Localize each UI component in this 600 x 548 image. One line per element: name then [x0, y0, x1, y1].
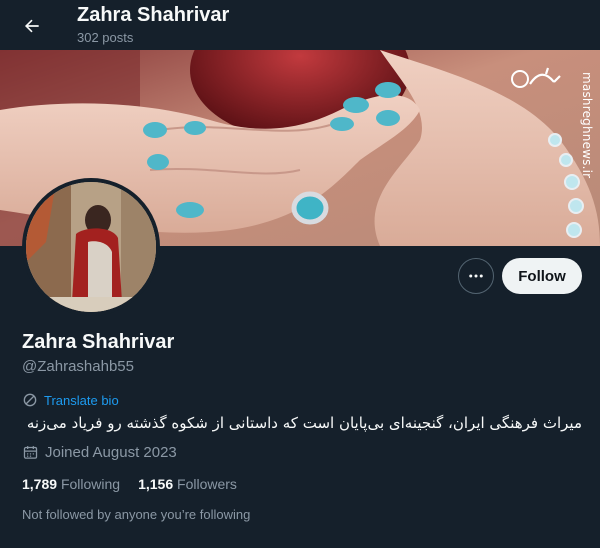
profile-bio: میراث فرهنگی ایران، گنجینه‌ای بی‌پایان ا… [26, 414, 582, 432]
followers-label: Followers [177, 476, 237, 492]
globe-translate-icon [23, 393, 37, 407]
follow-button[interactable]: Follow [502, 258, 582, 294]
not-followed-note: Not followed by anyone you’re following [22, 507, 251, 522]
profile-handle: @Zahrashahb55 [22, 358, 134, 375]
header-title: Zahra Shahrivar [77, 4, 230, 26]
watermark-logo [511, 67, 561, 88]
following-link[interactable]: 1,789 Following [22, 476, 120, 492]
following-count: 1,789 [22, 476, 58, 492]
following-label: Following [60, 476, 121, 492]
translate-bio-link[interactable]: Translate bio [22, 392, 119, 408]
arrow-left-icon [24, 19, 39, 33]
avatar-image [26, 182, 156, 312]
calendar-icon [23, 446, 38, 459]
watermark-text: mashreghnews.ir [580, 72, 594, 179]
more-horizontal-icon [469, 274, 483, 278]
followers-link[interactable]: 1,156 Followers [138, 476, 237, 492]
followers-count: 1,156 [138, 476, 174, 492]
top-bar: Zahra Shahrivar 302 posts [0, 0, 600, 50]
post-count: 302 posts [77, 30, 134, 45]
watermark: mashreghnews.ir [510, 56, 594, 179]
joined-label: Joined August 2023 [45, 444, 177, 461]
more-options-button[interactable] [458, 258, 494, 294]
avatar[interactable] [22, 178, 160, 316]
profile-name: Zahra Shahrivar [22, 331, 175, 353]
translate-bio-label: Translate bio [44, 392, 119, 408]
follow-stats: 1,789 Following 1,156 Followers [22, 476, 237, 492]
joined-date: Joined August 2023 [22, 444, 177, 461]
back-button[interactable] [14, 8, 50, 44]
